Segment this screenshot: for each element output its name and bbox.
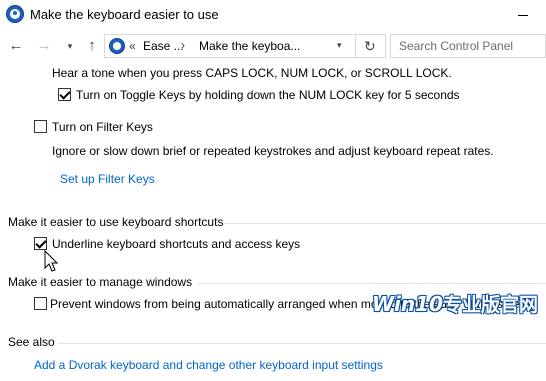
toggle-keys-description: Hear a tone when you press CAPS LOCK, NU… xyxy=(52,66,452,80)
filter-keys-label[interactable]: Turn on Filter Keys xyxy=(52,120,153,134)
watermark-text-cn: 专业版官网 xyxy=(443,294,539,316)
recent-locations-chevron-down-icon[interactable]: ▾ xyxy=(64,37,76,55)
watermark-text-win10: Win10 xyxy=(372,292,443,316)
search-input[interactable]: Search Control Panel xyxy=(390,34,546,58)
breadcrumb-overflow[interactable]: « xyxy=(129,39,136,53)
section-divider xyxy=(58,343,546,344)
forward-arrow-icon[interactable]: → xyxy=(36,37,52,55)
breadcrumb-separator[interactable]: › xyxy=(181,38,185,52)
filter-keys-checkbox[interactable] xyxy=(34,120,47,133)
up-arrow-icon[interactable]: ↑ xyxy=(84,37,100,55)
address-bar[interactable]: « Ease ... › Make the keyboa... ▾ ↻ xyxy=(104,34,386,58)
dvorak-keyboard-link[interactable]: Add a Dvorak keyboard and change other k… xyxy=(34,358,383,372)
underline-shortcuts-label[interactable]: Underline keyboard shortcuts and access … xyxy=(52,237,300,251)
address-dropdown-chevron-down-icon[interactable]: ▾ xyxy=(337,40,342,51)
ease-of-access-icon xyxy=(109,38,125,54)
ease-of-access-icon xyxy=(6,5,24,23)
site-watermark: Win10专业版官网 xyxy=(372,290,538,318)
filter-keys-description: Ignore or slow down brief or repeated ke… xyxy=(52,144,494,158)
title-bar: Make the keyboard easier to use xyxy=(0,0,546,30)
refresh-button[interactable]: ↻ xyxy=(355,35,385,57)
toggle-keys-shortcut-label[interactable]: Turn on Toggle Keys by holding down the … xyxy=(76,88,460,102)
underline-shortcuts-checkbox[interactable] xyxy=(34,237,47,250)
refresh-icon: ↻ xyxy=(364,38,376,54)
search-placeholder: Search Control Panel xyxy=(399,39,514,53)
prevent-auto-arrange-checkbox[interactable] xyxy=(34,297,47,310)
see-also-heading: See also xyxy=(8,335,55,349)
manage-windows-section-heading: Make it easier to manage windows xyxy=(8,275,193,289)
back-arrow-icon[interactable]: ← xyxy=(8,37,24,55)
breadcrumb-make-keyboard-easier[interactable]: Make the keyboa... xyxy=(199,39,300,53)
main-content: Hear a tone when you press CAPS LOCK, NU… xyxy=(0,62,546,381)
breadcrumb-ease-of-access[interactable]: Ease ... xyxy=(143,39,184,53)
keyboard-shortcuts-section-heading: Make it easier to use keyboard shortcuts xyxy=(8,215,224,229)
section-divider xyxy=(198,283,546,284)
toggle-keys-shortcut-checkbox[interactable] xyxy=(58,88,71,101)
set-up-filter-keys-link[interactable]: Set up Filter Keys xyxy=(60,172,155,186)
minimize-button[interactable] xyxy=(498,0,546,30)
window-title: Make the keyboard easier to use xyxy=(30,7,219,22)
mouse-cursor-icon xyxy=(44,250,59,272)
section-divider xyxy=(224,223,546,224)
navigation-bar: ← → ▾ ↑ « Ease ... › Make the keyboa... … xyxy=(0,30,546,62)
